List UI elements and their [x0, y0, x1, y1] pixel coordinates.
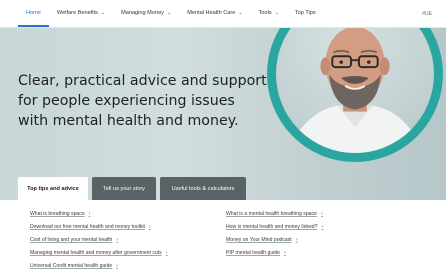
nav-item-label: Managing Money — [121, 9, 164, 16]
chevron-right-icon: › — [284, 250, 286, 256]
chevron-right-icon: › — [88, 211, 91, 217]
link-label: What is a mental health breathing space — [226, 211, 317, 217]
link-pip-guide[interactable]: PIP mental health guide › — [226, 250, 286, 256]
chevron-right-icon: › — [321, 224, 324, 230]
nav-item-label: Welfare Benefits — [56, 9, 98, 16]
link-breathing-space[interactable]: What is breathing space › — [30, 211, 91, 217]
link-universal-credit[interactable]: Universal Credit mental health guide › — [30, 263, 118, 269]
top-navigation: Home Welfare Benefits ⌄ Managing Money ⌄… — [0, 0, 446, 28]
link-label: PIP mental health guide — [226, 250, 280, 256]
link-label: How is mental health and money linked? — [226, 224, 318, 230]
link-label: Cost of living and your mental health — [30, 237, 113, 243]
link-government-cuts[interactable]: Managing mental health and money after g… — [30, 250, 168, 256]
nav-items: Home Welfare Benefits ⌄ Managing Money ⌄… — [0, 0, 324, 27]
tab-label: Useful tools & calculators — [171, 185, 235, 192]
link-label: Money on Your Mind podcast — [226, 237, 292, 243]
chevron-right-icon: › — [116, 263, 118, 269]
chevron-down-icon: ⌄ — [274, 9, 279, 16]
nav-item-home[interactable]: Home — [18, 0, 49, 27]
nav-utility-label: #UE — [422, 11, 432, 17]
hero-banner: Clear, practical advice and support for … — [0, 28, 446, 200]
hero-heading: Clear, practical advice and support for … — [18, 73, 267, 129]
chevron-right-icon: › — [116, 237, 119, 243]
link-cost-of-living[interactable]: Cost of living and your mental health › — [30, 237, 118, 243]
link-podcast[interactable]: Money on Your Mind podcast › — [226, 237, 298, 243]
chevron-right-icon: › — [148, 224, 151, 230]
tab-useful-tools[interactable]: Useful tools & calculators — [160, 177, 246, 200]
link-label: Managing mental health and money after g… — [30, 250, 162, 256]
tab-label: Tell us your story — [103, 185, 145, 192]
nav-utility-link[interactable]: #UE — [422, 0, 432, 28]
hero-photo-ring — [267, 28, 443, 162]
nav-item-managing-money[interactable]: Managing Money ⌄ — [113, 0, 179, 27]
tab-label: Top tips and advice — [27, 185, 79, 192]
nav-item-mental-health-care[interactable]: Mental Health Care ⌄ — [179, 0, 250, 27]
link-mental-health-money-linked[interactable]: How is mental health and money linked? › — [226, 224, 323, 230]
tab-tell-us-your-story[interactable]: Tell us your story — [92, 177, 156, 200]
nav-item-label: Home — [26, 9, 41, 16]
nav-item-label: Mental Health Care — [187, 9, 236, 16]
link-label: What is breathing space — [30, 211, 85, 217]
nav-item-label: Top Tips — [294, 9, 316, 16]
content-tabs: Top tips and advice Tell us your story U… — [18, 177, 246, 200]
chevron-right-icon: › — [295, 237, 298, 243]
tab-top-tips-and-advice[interactable]: Top tips and advice — [18, 177, 88, 200]
chevron-down-icon: ⌄ — [100, 9, 106, 16]
link-label: Download our free mental health and mone… — [30, 224, 145, 230]
advice-links-panel: What is breathing space › Download our f… — [0, 200, 446, 276]
chevron-down-icon: ⌄ — [238, 9, 243, 16]
chevron-right-icon: › — [165, 250, 168, 256]
nav-item-welfare-benefits[interactable]: Welfare Benefits ⌄ — [49, 0, 113, 27]
chevron-down-icon: ⌄ — [166, 9, 172, 16]
link-label: Universal Credit mental health guide — [30, 263, 113, 269]
nav-item-tools[interactable]: Tools ⌄ — [251, 0, 287, 27]
nav-item-label: Tools — [258, 9, 272, 16]
person-photo — [285, 28, 425, 153]
nav-item-top-tips[interactable]: Top Tips — [287, 0, 324, 27]
chevron-right-icon: › — [320, 211, 323, 217]
link-download-toolkit[interactable]: Download our free mental health and mone… — [30, 224, 151, 230]
link-mental-health-breathing-space[interactable]: What is a mental health breathing space … — [226, 211, 323, 217]
